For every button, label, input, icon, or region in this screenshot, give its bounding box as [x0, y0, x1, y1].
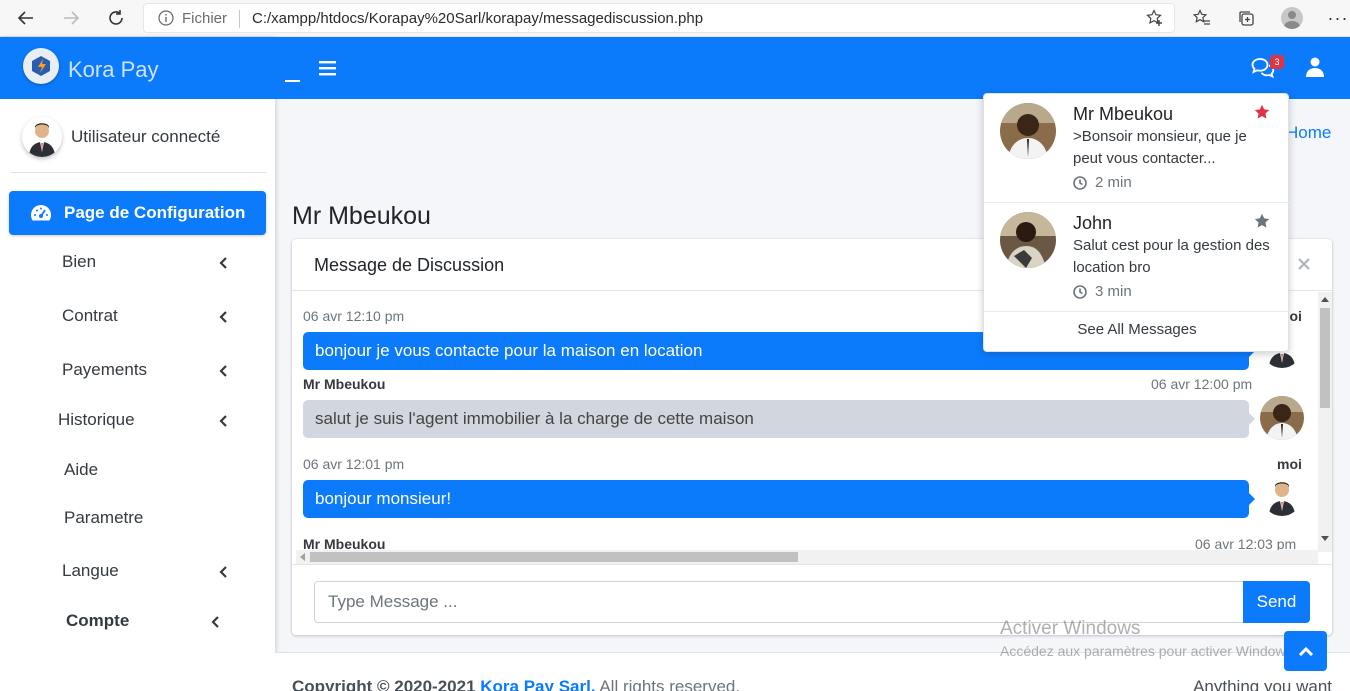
card-footer: Send [292, 564, 1332, 635]
my-avatar [1262, 476, 1302, 516]
back-icon[interactable] [14, 6, 38, 30]
nav-label: Aide [64, 460, 99, 479]
dropdown-time: 2 min [1073, 174, 1132, 191]
message-input[interactable] [314, 581, 1244, 623]
chevron-left-icon [218, 364, 228, 382]
nav-item-payements[interactable]: Payements [0, 356, 275, 386]
user-panel[interactable]: Utilisateur connecté [10, 99, 266, 173]
star-icon[interactable] [1254, 213, 1270, 234]
message-time: 06 avr 12:01 pm [303, 456, 405, 472]
message-time: 06 avr 12:10 pm [303, 308, 405, 324]
footer-right-text: Anything you want [1193, 677, 1332, 691]
dropdown-time: 3 min [1073, 283, 1132, 300]
reload-icon[interactable] [104, 6, 128, 30]
nav-item-contrat[interactable]: Contrat [0, 302, 275, 332]
contact-avatar [1000, 103, 1056, 159]
nav-label: Bien [62, 252, 97, 271]
company-link[interactable]: Kora Pay Sarl. [480, 677, 595, 691]
clock-icon [1073, 284, 1087, 299]
nav-item-bien[interactable]: Bien [0, 248, 275, 278]
page-title: Mr Mbeukou [292, 202, 431, 230]
chevron-up-icon [1298, 646, 1313, 656]
message-author: Mr Mbeukou [303, 376, 386, 392]
cursor-underscore [285, 80, 300, 82]
rights-text: All rights reserved. [595, 677, 741, 691]
user-avatar [22, 117, 62, 157]
browser-toolbar: Fichier C:/xampp/htdocs/Korapay%20Sarl/k… [0, 0, 1350, 37]
chevron-left-icon [218, 414, 228, 432]
footer-copyright: Copyright © 2020-2021 Kora Pay Sarl. All… [292, 677, 740, 691]
user-name: Utilisateur connecté [71, 127, 221, 146]
nav-label: Parametre [64, 508, 144, 527]
message-bubble: salut je suis l'agent immobilier à la ch… [303, 400, 1255, 438]
nav-item-page-de-configuration[interactable]: Page de Configuration [9, 191, 266, 235]
dropdown-message-item[interactable]: Mr Mbeukou >Bonsoir monsieur, que je peu… [984, 94, 1290, 203]
messages-badge: 3 [1270, 55, 1284, 69]
send-button[interactable]: Send [1243, 581, 1310, 623]
see-all-messages-link[interactable]: See All Messages [984, 321, 1290, 338]
dropdown-sender: Mr Mbeukou [1073, 104, 1174, 124]
chevron-left-icon [218, 310, 228, 328]
contact-avatar [1000, 212, 1056, 268]
nav-item-aide[interactable]: Aide [0, 456, 275, 486]
forward-icon[interactable] [59, 6, 83, 30]
scrollbar-thumb[interactable] [310, 552, 798, 562]
clock-icon [1073, 175, 1087, 190]
time-text: 2 min [1095, 174, 1132, 191]
breadcrumb-home-link[interactable]: Home [1286, 123, 1331, 143]
nav-item-compte[interactable]: Compte [0, 607, 275, 637]
nav-item-historique[interactable]: Historique [0, 406, 275, 436]
more-options-icon[interactable]: ··· [1326, 6, 1350, 30]
scroll-to-top-button[interactable] [1284, 631, 1327, 671]
horizontal-scrollbar[interactable] [296, 550, 1318, 564]
dropdown-message-text: >Bonsoir monsieur, que je peut vous cont… [1073, 128, 1247, 167]
profile-icon[interactable] [1280, 6, 1304, 30]
card-title: Message de Discussion [314, 255, 505, 275]
nav-item-langue[interactable]: Langue [0, 557, 275, 587]
brand-text: Kora Pay [68, 57, 159, 82]
brand-logo-icon [23, 48, 59, 84]
time-text: 3 min [1095, 283, 1132, 300]
dropdown-sender: John [1073, 213, 1113, 233]
message-bubble: bonjour monsieur! [303, 480, 1255, 518]
vertical-scrollbar[interactable] [1318, 292, 1332, 552]
nav-label: Historique [58, 410, 135, 429]
messages-dropdown: Mr Mbeukou >Bonsoir monsieur, que je peu… [983, 93, 1290, 352]
close-icon[interactable] [1298, 257, 1310, 275]
collections-icon[interactable] [1234, 6, 1258, 30]
sidebar: Kora Pay Utilisateur connecté Page de Co… [0, 37, 275, 691]
add-favorite-icon[interactable] [1146, 9, 1164, 32]
activation-watermark-title: Activer Windows [1000, 618, 1141, 639]
star-icon[interactable] [1254, 104, 1270, 125]
message-time: 06 avr 12:00 pm [1151, 376, 1253, 392]
dropdown-message-item[interactable]: John Salut cest pour la gestion des loca… [984, 203, 1290, 312]
nav-active-label: Page de Configuration [64, 203, 246, 222]
scheme-label: Fichier [182, 10, 228, 27]
address-bar[interactable]: Fichier C:/xampp/htdocs/Korapay%20Sarl/k… [143, 3, 1175, 33]
nav-label: Compte [66, 611, 130, 630]
chevron-left-icon [218, 565, 228, 583]
nav-label: Payements [62, 360, 148, 379]
menu-toggle-icon[interactable] [319, 60, 336, 81]
copyright-prefix: Copyright © 2020-2021 [292, 677, 481, 691]
dropdown-message-text: Salut cest pour la gestion des location … [1073, 237, 1270, 276]
nav-label: Contrat [62, 306, 118, 325]
chevron-left-icon [210, 615, 220, 633]
address-divider [239, 10, 240, 28]
url-text[interactable]: C:/xampp/htdocs/Korapay%20Sarl/korapay/m… [252, 10, 703, 27]
scrollbar-thumb[interactable] [1320, 308, 1330, 408]
top-navbar: 3 [275, 37, 1350, 99]
brand[interactable]: Kora Pay [0, 37, 275, 99]
favorites-icon[interactable] [1190, 6, 1214, 30]
info-icon[interactable] [158, 10, 174, 31]
nav-item-parametre[interactable]: Parametre [0, 504, 275, 534]
dashboard-icon [30, 203, 52, 228]
message-author: moi [1277, 456, 1302, 472]
nav-label: Langue [62, 561, 119, 580]
chevron-left-icon [218, 256, 228, 274]
contact-avatar [1260, 396, 1304, 440]
activation-watermark-text: Accédez aux paramètres pour activer Wind… [1000, 643, 1297, 659]
user-icon[interactable] [1306, 57, 1324, 82]
